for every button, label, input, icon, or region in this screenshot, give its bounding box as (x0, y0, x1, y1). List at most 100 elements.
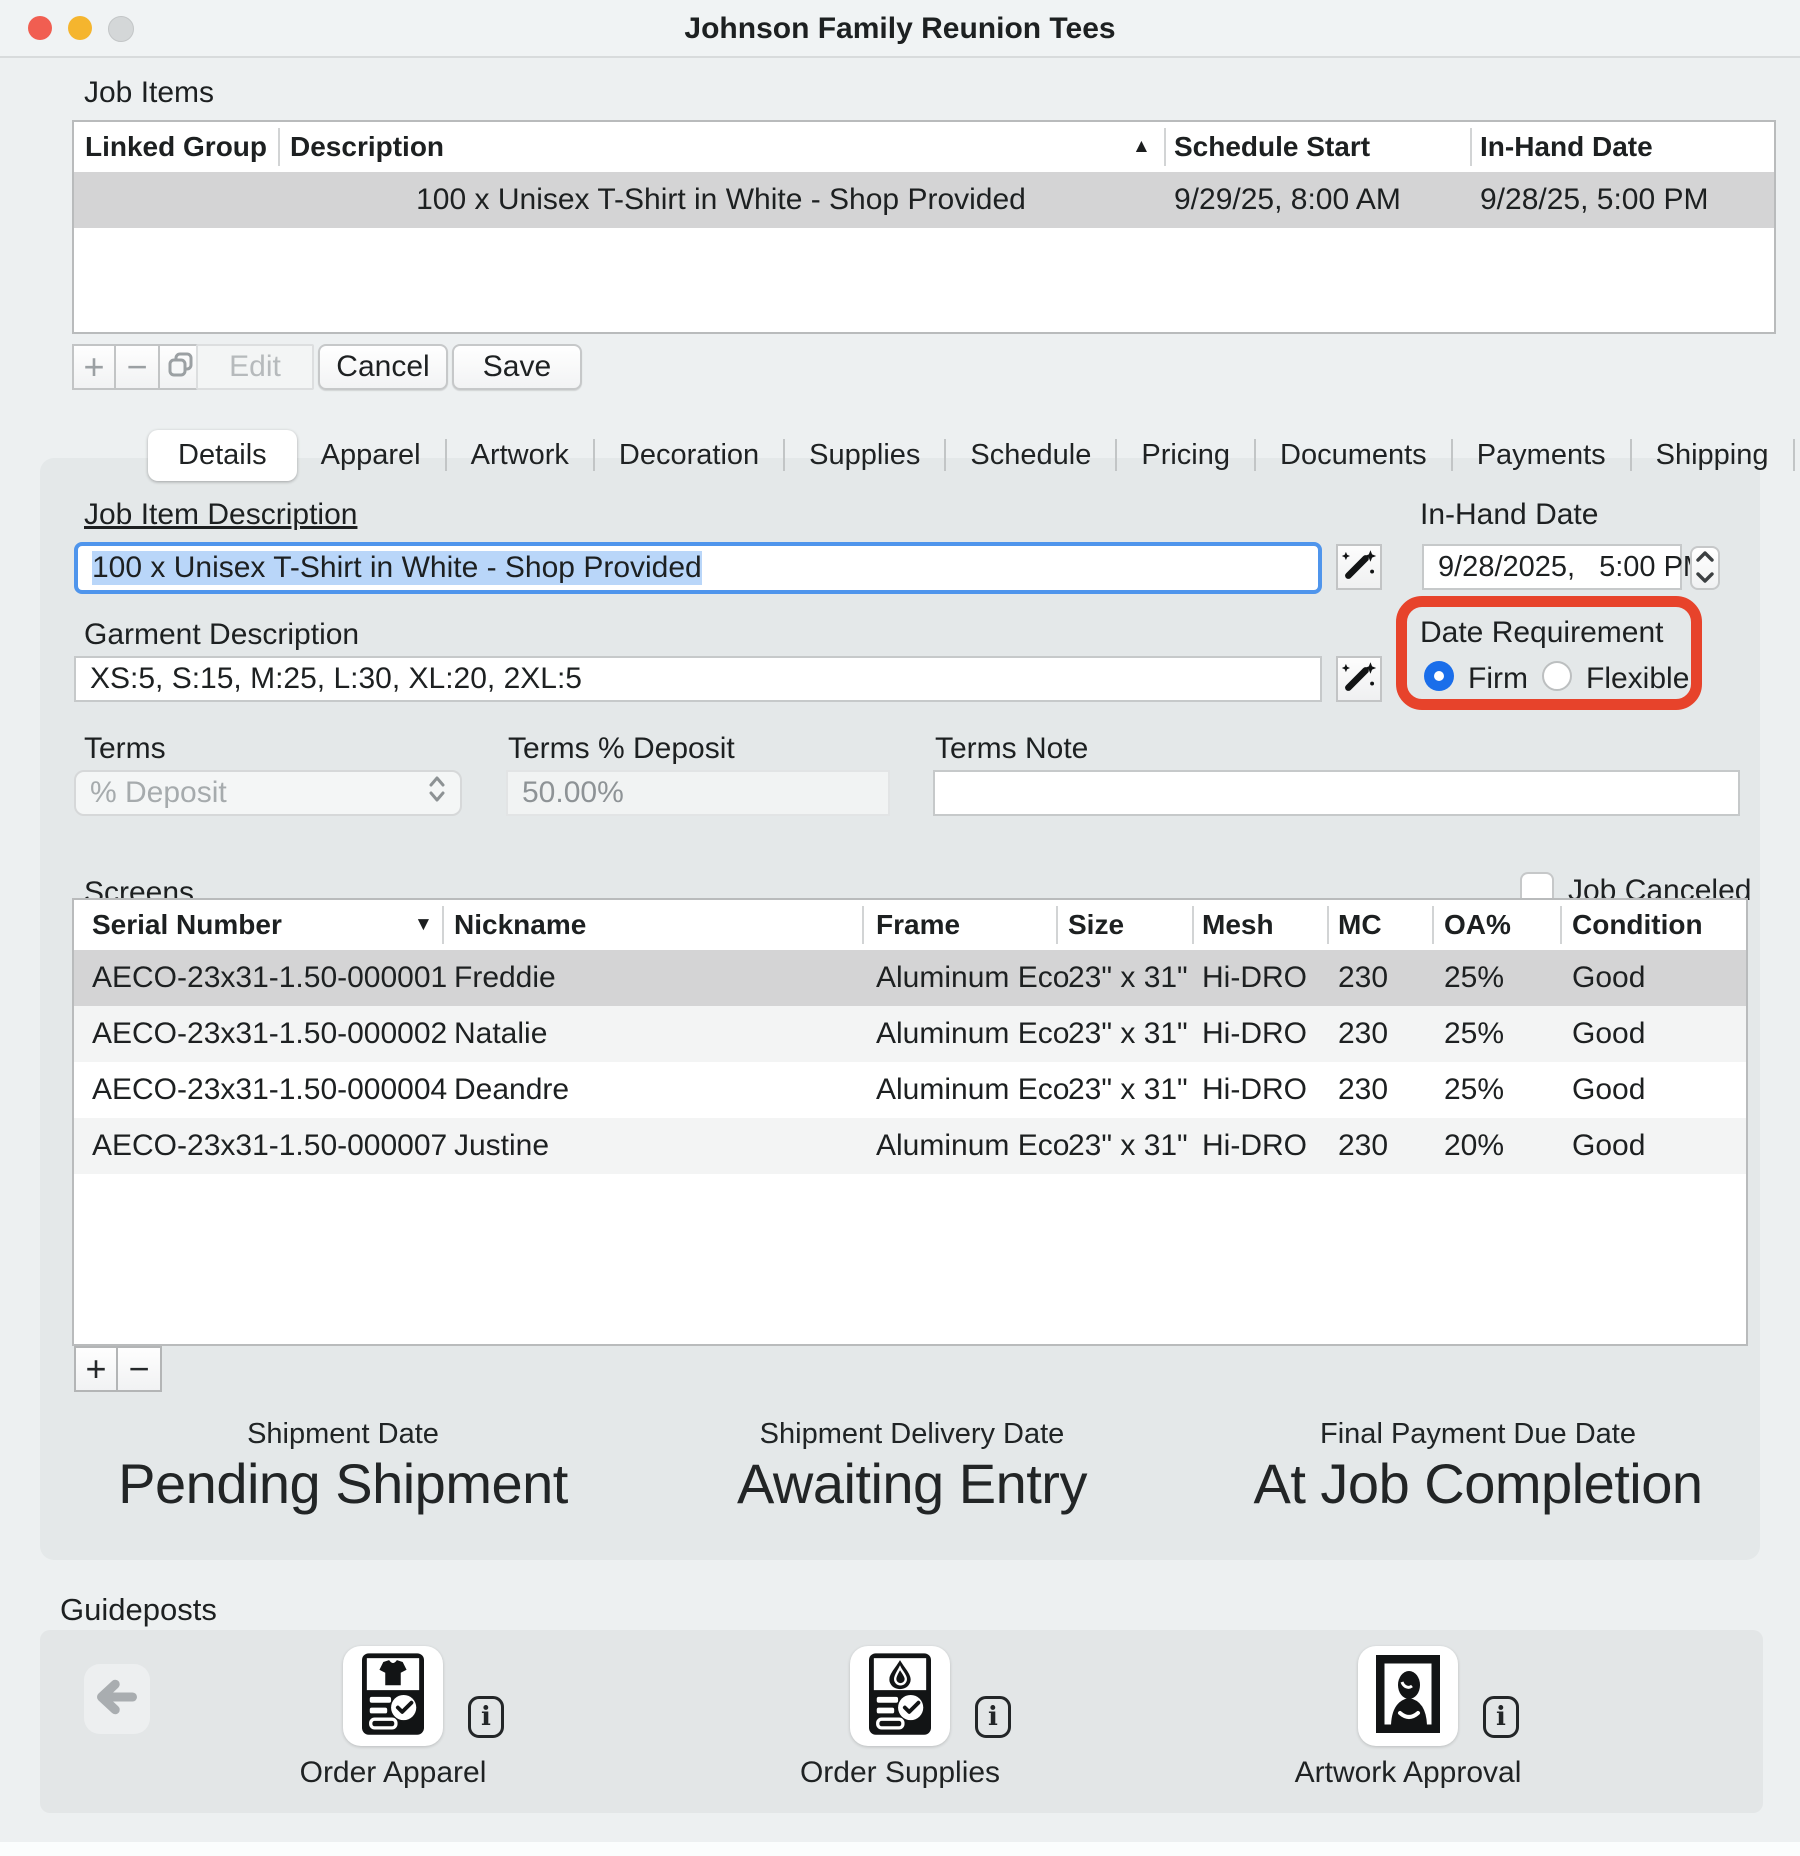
title-bar: Johnson Family Reunion Tees (0, 0, 1800, 58)
column-header-mc[interactable]: MC (1338, 900, 1382, 950)
zoom-window-button[interactable] (108, 16, 134, 42)
column-header-serial-number[interactable]: Serial Number (92, 900, 282, 950)
shipment-date-value: Pending Shipment (118, 1451, 568, 1516)
order-supplies-button[interactable] (850, 1646, 950, 1746)
info-icon: i (481, 1702, 491, 1732)
autofill-description-button[interactable] (1336, 544, 1382, 590)
tab-notes[interactable]: Notes (1795, 439, 1800, 472)
order-apparel-label: Order Apparel (300, 1756, 487, 1790)
in-hand-date-value-date: 9/28/2025, (1438, 551, 1575, 584)
job-items-table: Linked Group Description ▲ Schedule Star… (72, 120, 1776, 334)
column-header-linked-group[interactable]: Linked Group (74, 122, 278, 172)
order-supplies-label: Order Supplies (800, 1756, 1000, 1790)
order-apparel-icon (362, 1653, 424, 1740)
artwork-approval-label: Artwork Approval (1295, 1756, 1522, 1790)
shipment-delivery-date-label: Shipment Delivery Date (737, 1418, 1087, 1451)
tab-documents[interactable]: Documents (1256, 439, 1451, 472)
column-header-mesh[interactable]: Mesh (1202, 900, 1274, 950)
final-payment-due-date-label: Final Payment Due Date (1253, 1418, 1702, 1451)
autofill-garment-button[interactable] (1336, 656, 1382, 702)
info-icon: i (1496, 1702, 1506, 1732)
order-apparel-info-button[interactable]: i (468, 1696, 504, 1738)
radio-firm[interactable] (1424, 661, 1454, 691)
shipment-delivery-date-block: Shipment Delivery Date Awaiting Entry (737, 1418, 1087, 1516)
tab-pricing[interactable]: Pricing (1117, 439, 1254, 472)
tab-details[interactable]: Details (148, 430, 297, 481)
job-item-description-label: Job Item Description (84, 498, 357, 532)
terms-note-label: Terms Note (935, 732, 1088, 766)
remove-screen-button[interactable]: − (118, 1346, 162, 1392)
edit-button[interactable]: Edit (196, 344, 314, 390)
terms-label: Terms (84, 732, 166, 766)
screens-table-header: Serial Number ▼ Nickname Frame Size Mesh… (74, 900, 1746, 952)
save-button[interactable]: Save (452, 344, 582, 390)
close-window-button[interactable] (28, 16, 52, 40)
add-job-item-button[interactable]: + (72, 344, 116, 390)
column-header-description[interactable]: Description (290, 122, 444, 172)
sort-ascending-icon[interactable]: ▲ (1132, 122, 1151, 172)
garment-description-label: Garment Description (84, 618, 359, 652)
stepper-up-icon (1696, 549, 1714, 567)
in-hand-date-label: In-Hand Date (1420, 498, 1598, 532)
guideposts-section-label: Guideposts (60, 1592, 217, 1628)
in-hand-date-input[interactable]: 9/28/2025, 5:00 PM (1422, 544, 1682, 590)
tab-payments[interactable]: Payments (1453, 439, 1630, 472)
job-item-in-hand-date-cell: 9/28/25, 5:00 PM (1480, 172, 1709, 228)
column-header-frame[interactable]: Frame (876, 900, 960, 950)
window-title: Johnson Family Reunion Tees (0, 0, 1800, 56)
radio-flexible-label: Flexible (1586, 662, 1689, 696)
tab-decoration[interactable]: Decoration (595, 439, 783, 472)
selected-text: 100 x Unisex T-Shirt in White - Shop Pro… (92, 551, 702, 585)
sort-descending-icon[interactable]: ▼ (414, 900, 433, 950)
screen-row[interactable]: AECO-23x31-1.50-000007 Justine Aluminum … (74, 1118, 1746, 1174)
job-item-schedule-start-cell: 9/29/25, 8:00 AM (1174, 172, 1401, 228)
remove-job-item-button[interactable]: − (116, 344, 160, 390)
artwork-approval-button[interactable] (1358, 1646, 1458, 1746)
shipment-date-block: Shipment Date Pending Shipment (118, 1418, 568, 1516)
tab-apparel[interactable]: Apparel (297, 439, 445, 472)
garment-description-input[interactable]: XS:5, S:15, M:25, L:30, XL:20, 2XL:5 (74, 656, 1322, 702)
screen-row[interactable]: AECO-23x31-1.50-000002 Natalie Aluminum … (74, 1006, 1746, 1062)
minimize-window-button[interactable] (68, 16, 92, 40)
tab-supplies[interactable]: Supplies (785, 439, 944, 472)
tab-shipping[interactable]: Shipping (1632, 439, 1793, 472)
shipment-delivery-date-value: Awaiting Entry (737, 1451, 1087, 1516)
column-header-size[interactable]: Size (1068, 900, 1124, 950)
radio-flexible[interactable] (1542, 661, 1572, 691)
screen-row[interactable]: AECO-23x31-1.50-000001 Freddie Aluminum … (74, 950, 1746, 1006)
job-item-description-cell: 100 x Unisex T-Shirt in White - Shop Pro… (278, 172, 1164, 228)
job-items-section-label: Job Items (84, 76, 214, 110)
tab-schedule[interactable]: Schedule (946, 439, 1115, 472)
terms-note-input[interactable] (933, 770, 1740, 816)
order-apparel-button[interactable] (343, 1646, 443, 1746)
tab-artwork[interactable]: Artwork (447, 439, 593, 472)
screen-row[interactable]: AECO-23x31-1.50-000004 Deandre Aluminum … (74, 1062, 1746, 1118)
terms-deposit-label: Terms % Deposit (508, 732, 735, 766)
duplicate-icon (165, 349, 197, 386)
stepper-down-icon (1696, 570, 1714, 588)
terms-deposit-field[interactable]: 50.00% (506, 770, 890, 816)
column-header-condition[interactable]: Condition (1572, 900, 1703, 950)
add-screen-button[interactable]: + (74, 1346, 118, 1392)
back-arrow-icon (95, 1677, 139, 1722)
final-payment-due-date-value: At Job Completion (1253, 1451, 1702, 1516)
job-items-table-header: Linked Group Description ▲ Schedule Star… (74, 122, 1774, 174)
job-item-row-selected[interactable]: 100 x Unisex T-Shirt in White - Shop Pro… (74, 172, 1774, 228)
artwork-approval-info-button[interactable]: i (1483, 1696, 1519, 1738)
column-header-oa[interactable]: OA% (1444, 900, 1511, 950)
order-supplies-info-button[interactable]: i (975, 1696, 1011, 1738)
column-header-nickname[interactable]: Nickname (454, 900, 586, 950)
job-item-description-input[interactable]: 100 x Unisex T-Shirt in White - Shop Pro… (74, 542, 1322, 594)
order-supplies-icon (869, 1653, 931, 1740)
terms-select[interactable]: % Deposit (74, 770, 462, 816)
date-stepper[interactable] (1690, 546, 1720, 590)
radio-firm-label: Firm (1468, 662, 1528, 696)
final-payment-due-date-block: Final Payment Due Date At Job Completion (1253, 1418, 1702, 1516)
magic-wand-icon (1341, 659, 1377, 700)
cancel-button[interactable]: Cancel (318, 344, 448, 390)
tab-bar: Details Apparel Artwork Decoration Suppl… (148, 430, 1800, 480)
guidepost-back-button[interactable] (84, 1664, 150, 1734)
magic-wand-icon (1341, 547, 1377, 588)
column-header-in-hand-date[interactable]: In-Hand Date (1480, 122, 1653, 172)
column-header-schedule-start[interactable]: Schedule Start (1174, 122, 1370, 172)
